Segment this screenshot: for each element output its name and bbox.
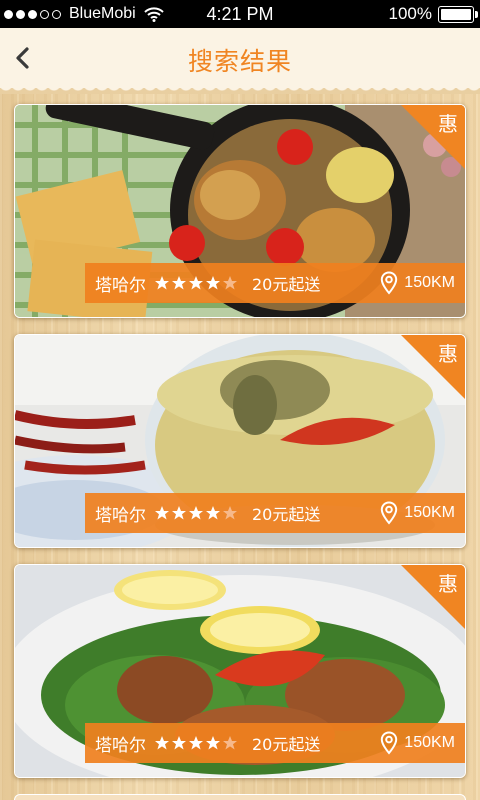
star-empty-icon xyxy=(223,736,237,750)
distance: 150KM xyxy=(380,493,455,533)
battery-percent: 100% xyxy=(388,4,432,23)
star-icon xyxy=(206,506,220,520)
star-empty-icon xyxy=(223,506,237,520)
star-icon xyxy=(155,736,169,750)
min-order: 20元起送 xyxy=(252,735,321,754)
star-icon xyxy=(155,276,169,290)
result-info-bar: 塔哈尔 20元起送 150KM xyxy=(85,263,465,303)
result-info-bar: 塔哈尔 20元起送 150KM xyxy=(85,493,465,533)
result-card[interactable]: 惠 塔哈尔 20元起送 150KM xyxy=(14,564,466,778)
shop-name: 塔哈尔 xyxy=(95,275,146,296)
result-info-bar: 塔哈尔 20元起送 150KM xyxy=(85,723,465,763)
shop-name: 塔哈尔 xyxy=(95,735,146,756)
result-card-peek[interactable] xyxy=(14,794,466,800)
rating-stars xyxy=(154,735,238,751)
location-pin-icon xyxy=(381,501,398,525)
star-icon xyxy=(189,506,203,520)
min-order: 20元起送 xyxy=(252,275,321,294)
star-icon xyxy=(206,736,220,750)
star-icon xyxy=(172,276,186,290)
distance: 150KM xyxy=(380,723,455,763)
star-icon xyxy=(155,506,169,520)
star-icon xyxy=(189,276,203,290)
location-pin-icon xyxy=(381,731,398,755)
result-card[interactable]: 惠 塔哈尔 20元起送 150KM xyxy=(14,334,466,548)
min-order: 20元起送 xyxy=(252,505,321,524)
distance-value: 150KM xyxy=(404,504,455,521)
discount-badge-label: 惠 xyxy=(438,112,458,136)
star-icon xyxy=(206,276,220,290)
shop-name: 塔哈尔 xyxy=(95,505,146,526)
star-icon xyxy=(172,736,186,750)
distance-value: 150KM xyxy=(404,274,455,291)
page-title: 搜索结果 xyxy=(187,47,292,76)
distance: 150KM xyxy=(380,263,455,303)
location-pin-icon xyxy=(381,271,398,295)
status-bar-right: 100% xyxy=(388,4,478,24)
nav-bar: 搜索结果 xyxy=(0,28,480,94)
distance-value: 150KM xyxy=(404,734,455,751)
discount-badge: 惠 xyxy=(400,105,465,170)
star-empty-icon xyxy=(223,276,237,290)
discount-badge: 惠 xyxy=(400,335,465,400)
discount-badge-label: 惠 xyxy=(438,572,458,596)
battery-icon xyxy=(438,5,478,23)
discount-badge: 惠 xyxy=(400,565,465,630)
discount-badge-label: 惠 xyxy=(438,342,458,366)
status-bar: BlueMobi 4:21 PM 100% xyxy=(0,0,480,28)
star-icon xyxy=(189,736,203,750)
result-card[interactable]: 惠 塔哈尔 20元起送 150KM xyxy=(14,104,466,318)
rating-stars xyxy=(154,505,238,521)
rating-stars xyxy=(154,275,238,291)
star-icon xyxy=(172,506,186,520)
